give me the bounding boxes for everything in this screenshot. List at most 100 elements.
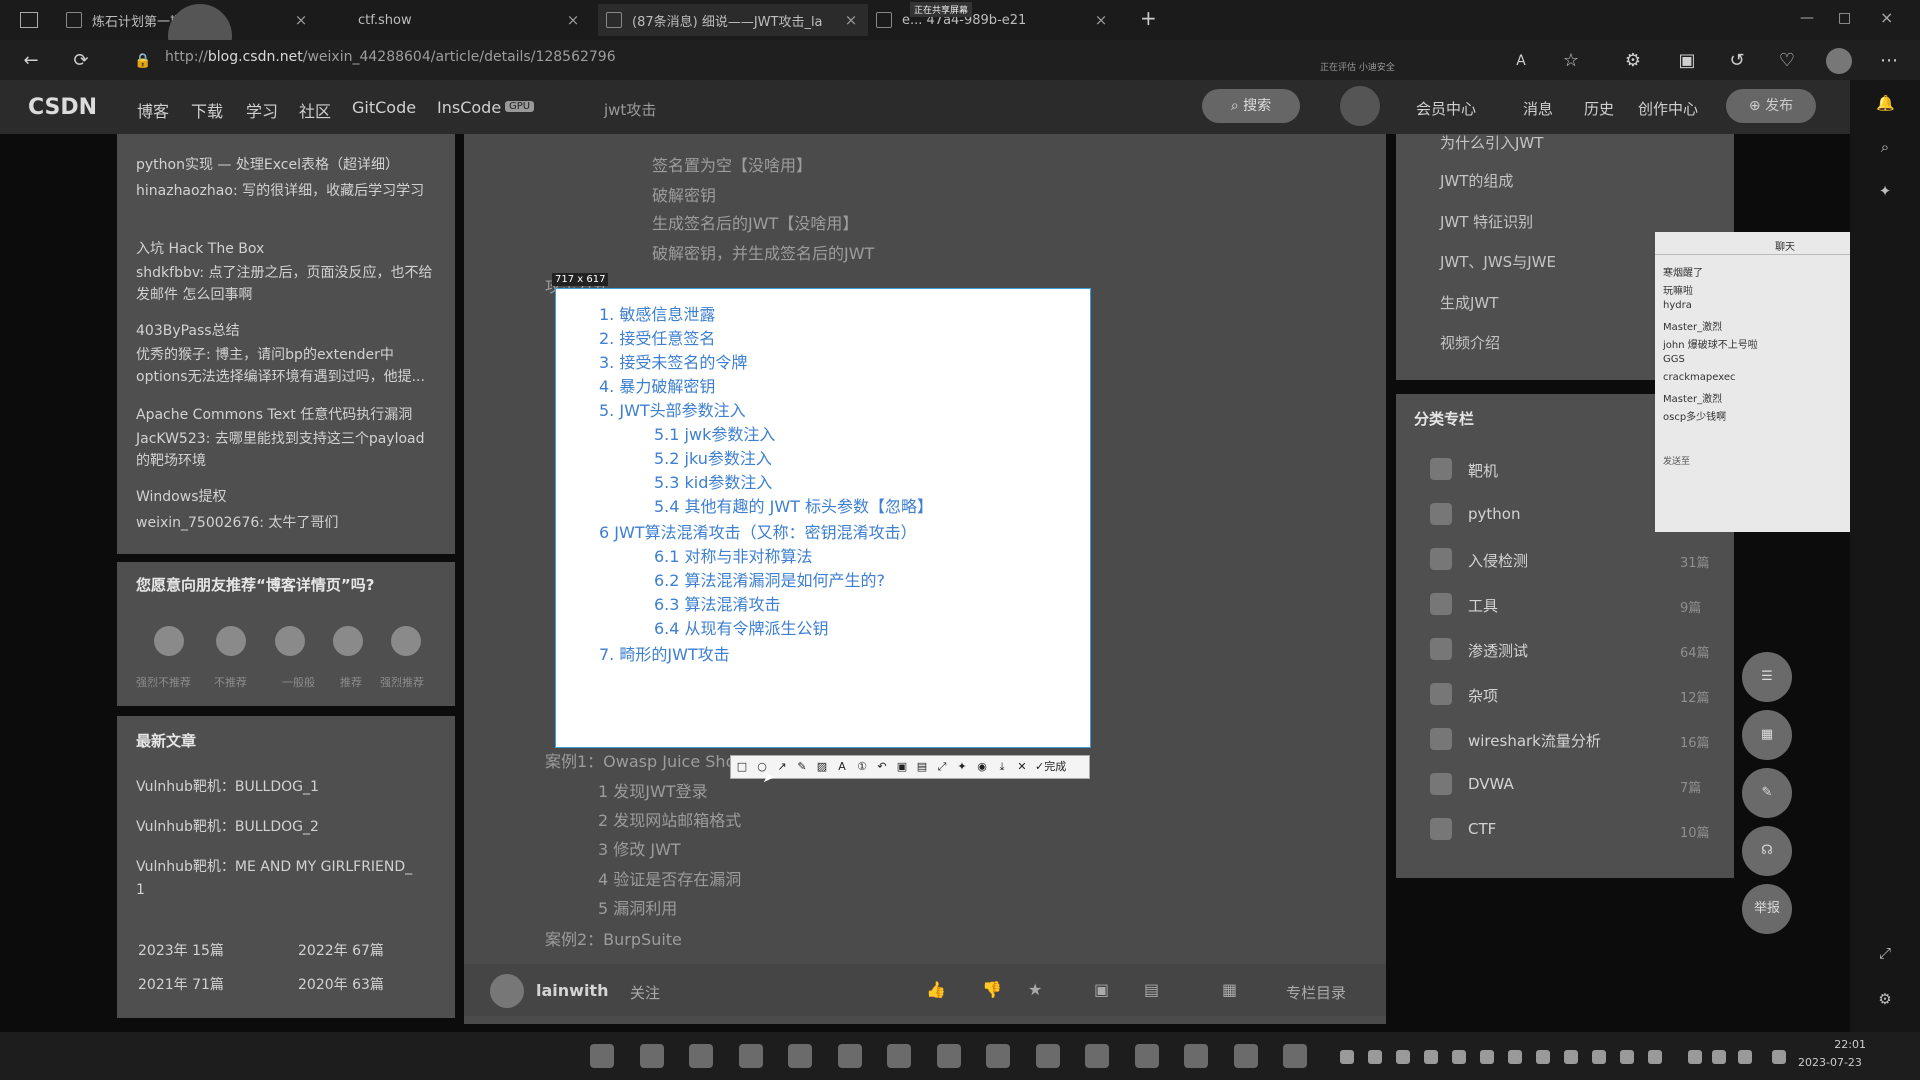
recommend-option[interactable]: 一般般 (282, 674, 315, 690)
notes-icon[interactable] (1283, 1044, 1307, 1068)
extensions-icon[interactable]: ⚙ (1620, 48, 1646, 74)
record-icon[interactable]: ◉ (975, 760, 989, 774)
archive-2020[interactable]: 2020年 63篇 (298, 974, 384, 994)
ocr-icon[interactable]: ▣ (895, 760, 909, 774)
close-window-icon[interactable]: × (1880, 8, 1893, 27)
category-link[interactable]: 杂项 (1468, 685, 1498, 706)
search-hint[interactable]: jwt攻击 (604, 99, 656, 120)
comment-article-title[interactable]: 入坑 Hack The Box (136, 238, 264, 258)
follow-button[interactable]: 关注 (630, 982, 660, 1003)
column-toc-link[interactable]: 专栏目录 (1286, 982, 1346, 1003)
tray-icon-7[interactable] (1508, 1050, 1522, 1064)
nav-create[interactable]: 创作中心 (1638, 98, 1698, 119)
clock-date[interactable]: 2023-07-23 (1798, 1056, 1862, 1069)
category-link[interactable]: python (1468, 505, 1520, 523)
latest-article-link[interactable]: Vulnhub靶机：ME AND MY GIRLFRIEND_ (136, 856, 412, 876)
toc-link[interactable]: 视频介绍 (1440, 332, 1500, 353)
category-link[interactable]: 靶机 (1468, 460, 1498, 481)
nav-messages[interactable]: 消息 (1523, 98, 1553, 119)
explorer-icon[interactable] (639, 1044, 664, 1068)
settings-icon[interactable] (936, 1044, 961, 1068)
report-button[interactable]: 举报 (1742, 884, 1792, 934)
close-icon[interactable]: × (292, 11, 310, 29)
tray-icon-10[interactable] (1592, 1050, 1606, 1064)
undo-icon[interactable]: ↶ (875, 760, 889, 774)
comment-icon[interactable]: ▤ (1144, 980, 1159, 999)
mic-icon[interactable] (1738, 1050, 1752, 1064)
tab-4[interactable]: e... 47a4-989b-e21 × (868, 4, 1118, 36)
emoji-icon[interactable] (333, 626, 363, 656)
toc-entry[interactable]: 5.1 jwk参数注入 (654, 421, 775, 445)
toc-entry[interactable]: 5.2 jku参数注入 (654, 445, 772, 469)
share-icon[interactable]: ▦ (1222, 980, 1237, 999)
long-shot-icon[interactable]: ⤢ (935, 760, 949, 774)
headset-icon[interactable]: ☊ (1742, 826, 1792, 876)
emoji-icon[interactable] (216, 626, 246, 656)
translate-icon[interactable]: ▤ (915, 760, 929, 774)
comment-article-title[interactable]: 403ByPass总结 (136, 320, 240, 340)
rectangle-icon[interactable]: □ (735, 760, 749, 774)
csdn-logo[interactable]: CSDN (28, 95, 97, 120)
toc-entry[interactable]: 3. 接受未签名的令牌 (599, 349, 747, 373)
nav-gitcode[interactable]: GitCode (352, 98, 416, 117)
mosaic-icon[interactable]: ▨ (815, 760, 829, 774)
capture-region[interactable]: 1. 敏感信息泄露 2. 接受任意签名 3. 接受未签名的令牌 4. 暴力破解密钥 5.… (555, 288, 1091, 748)
volume-icon[interactable] (1772, 1050, 1786, 1064)
author-avatar[interactable] (490, 974, 524, 1008)
tray-icon-3[interactable] (1396, 1050, 1410, 1064)
toc-link[interactable]: 生成JWT (1440, 292, 1498, 313)
latest-article-link[interactable]: Vulnhub靶机：BULLDOG_2 (136, 816, 319, 836)
close-icon[interactable]: × (564, 11, 582, 29)
tab-3-active[interactable]: (87条消息) 细说——JWT攻击_la × (598, 4, 868, 36)
maximize-icon[interactable]: □ (1838, 10, 1851, 26)
folder-icon[interactable] (986, 1044, 1010, 1068)
close-icon[interactable]: × (842, 11, 860, 29)
app-icon[interactable] (788, 1044, 812, 1068)
history-icon[interactable]: ↺ (1724, 48, 1750, 74)
photos-icon[interactable] (837, 1044, 862, 1068)
nav-community[interactable]: 社区 (299, 98, 331, 122)
tray-icon-2[interactable] (1368, 1050, 1382, 1064)
recommend-option[interactable]: 强烈推荐 (380, 674, 424, 690)
recommend-option[interactable]: 不推荐 (214, 674, 247, 690)
tools-icon[interactable]: ✦ (1876, 182, 1894, 200)
reload-icon[interactable]: ⟳ (68, 48, 94, 74)
toc-link[interactable]: 为什么引入JWT (1440, 132, 1543, 153)
toc-entry[interactable]: 6 JWT算法混淆攻击（又称：密钥混淆攻击） (599, 519, 917, 543)
more-icon[interactable]: ⋯ (1876, 48, 1902, 74)
toc-entry[interactable]: 5.4 其他有趣的 JWT 标头参数【忽略】 (654, 493, 933, 517)
vpn-icon[interactable] (1134, 1044, 1159, 1068)
toc-entry[interactable]: 4. 暴力破解密钥 (599, 373, 715, 397)
recommend-option[interactable]: 强烈不推荐 (136, 674, 191, 690)
terminal-icon[interactable] (887, 1044, 911, 1068)
nav-inscode[interactable]: InsCode (437, 98, 501, 117)
toc-entry[interactable]: 6.1 对称与非对称算法 (654, 543, 813, 567)
nav-blog[interactable]: 博客 (137, 98, 169, 122)
star-icon[interactable]: ★ (1028, 980, 1042, 999)
category-link[interactable]: 入侵检测 (1468, 550, 1528, 571)
pin-icon[interactable]: ✦ (955, 760, 969, 774)
tray-icon-11[interactable] (1620, 1050, 1634, 1064)
close-icon[interactable]: × (1092, 11, 1110, 29)
search-button[interactable]: ⌕ 搜索 (1202, 89, 1300, 123)
category-link[interactable]: wireshark流量分析 (1468, 730, 1601, 751)
latest-article-link[interactable]: Vulnhub靶机：BULLDOG_1 (136, 776, 319, 796)
emoji-icon[interactable] (275, 626, 305, 656)
profile-avatar[interactable] (1826, 48, 1852, 74)
tray-icon-6[interactable] (1480, 1050, 1494, 1064)
download-icon[interactable]: ⤓ (995, 760, 1009, 774)
heart-icon[interactable]: ♡ (1774, 48, 1800, 74)
input-method-icon[interactable] (1712, 1050, 1726, 1064)
tab-2[interactable]: ctf.show × (350, 4, 590, 36)
tray-icon-9[interactable] (1564, 1050, 1578, 1064)
text-icon[interactable]: A (835, 760, 849, 774)
nav-history[interactable]: 历史 (1584, 98, 1614, 119)
toc-link[interactable]: JWT 特征识别 (1440, 211, 1533, 232)
reward-icon[interactable]: ▣ (1094, 980, 1109, 999)
recommend-option[interactable]: 推荐 (340, 674, 362, 690)
favorite-icon[interactable]: ☆ (1558, 48, 1584, 74)
tray-icon-4[interactable] (1424, 1050, 1438, 1064)
toc-entry[interactable]: 1. 敏感信息泄露 (599, 301, 715, 325)
like-icon[interactable]: 👍 (926, 980, 946, 999)
category-link[interactable]: DVWA (1468, 775, 1514, 793)
